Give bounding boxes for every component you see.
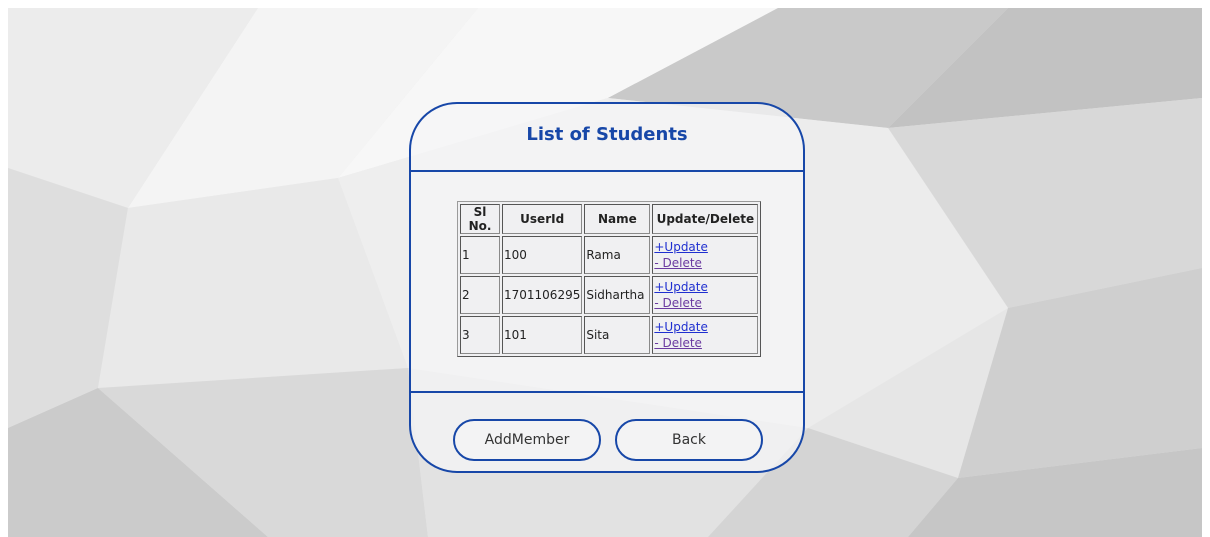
table-row: 2 1701106295 Sidhartha +Update - Delete — [460, 276, 759, 314]
header-userid: UserId — [502, 204, 583, 234]
cell-actions: +Update - Delete — [652, 276, 759, 314]
header-sl-no: Sl No. — [460, 204, 500, 234]
divider-top — [411, 170, 803, 172]
cell-name: Sidhartha — [584, 276, 651, 314]
back-button[interactable]: Back — [615, 419, 763, 461]
update-link[interactable]: +Update — [654, 279, 756, 295]
delete-link[interactable]: - Delete — [654, 295, 756, 311]
cell-userid: 100 — [502, 236, 583, 274]
cell-sl-no: 1 — [460, 236, 500, 274]
cell-sl-no: 2 — [460, 276, 500, 314]
header-update-delete: Update/Delete — [652, 204, 759, 234]
update-link[interactable]: +Update — [654, 319, 756, 335]
page-viewport: List of Students Sl No. UserId Name Upda… — [8, 8, 1202, 537]
divider-bottom — [411, 391, 803, 393]
cell-name: Sita — [584, 316, 651, 354]
table-row: 3 101 Sita +Update - Delete — [460, 316, 759, 354]
delete-link[interactable]: - Delete — [654, 255, 756, 271]
cell-sl-no: 3 — [460, 316, 500, 354]
add-member-button[interactable]: AddMember — [453, 419, 601, 461]
table-header-row: Sl No. UserId Name Update/Delete — [460, 204, 759, 234]
page-title: List of Students — [526, 124, 688, 145]
cell-actions: +Update - Delete — [652, 236, 759, 274]
cell-userid: 1701106295 — [502, 276, 583, 314]
cell-name: Rama — [584, 236, 651, 274]
students-table-wrapper: Sl No. UserId Name Update/Delete 1 100 R… — [457, 201, 762, 357]
students-table: Sl No. UserId Name Update/Delete 1 100 R… — [457, 201, 762, 357]
cell-actions: +Update - Delete — [652, 316, 759, 354]
table-row: 1 100 Rama +Update - Delete — [460, 236, 759, 274]
update-link[interactable]: +Update — [654, 239, 756, 255]
header-name: Name — [584, 204, 651, 234]
cell-userid: 101 — [502, 316, 583, 354]
delete-link[interactable]: - Delete — [654, 335, 756, 351]
students-card: List of Students Sl No. UserId Name Upda… — [409, 102, 805, 473]
